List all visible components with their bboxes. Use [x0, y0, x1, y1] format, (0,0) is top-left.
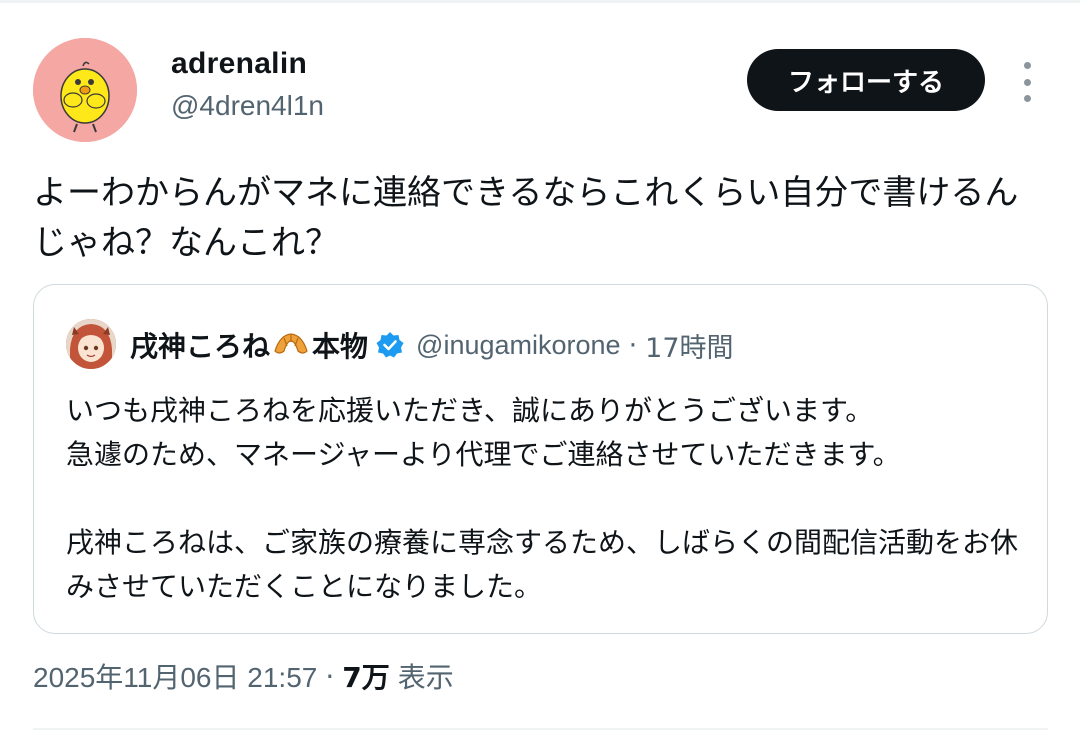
author-avatar[interactable]	[33, 38, 137, 142]
meta-separator: ·	[325, 659, 335, 693]
tweet-timestamp[interactable]: 2025年11月06日 21:57	[33, 656, 317, 696]
tweet-text: よーわからんがマネに連絡できるならこれくらい自分で書けるんじゃね？なんこれ？	[33, 173, 1019, 263]
quote-author-avatar[interactable]	[66, 319, 116, 369]
vertical-ellipsis-icon	[1023, 78, 1031, 86]
croissant-icon	[272, 329, 310, 361]
bottom-divider	[33, 728, 1048, 730]
quote-time[interactable]: 17時間	[645, 326, 733, 365]
quote-header: 戌神ころね 本物 @inugamikorone · 17時間	[130, 323, 734, 367]
tweet-meta: 2025年11月06日 21:57 · 7万 表示	[33, 656, 454, 696]
author-handle[interactable]: @4dren4l1n	[171, 90, 324, 122]
view-count: 7万	[342, 661, 390, 694]
quote-handle[interactable]: @inugamikorone	[416, 330, 621, 361]
quote-display-name-suffix[interactable]: 本物	[312, 325, 368, 365]
vertical-ellipsis-icon	[1023, 95, 1031, 102]
anime-girl-avatar-icon	[66, 319, 116, 369]
quote-display-name[interactable]: 戌神ころね	[130, 325, 270, 365]
follow-button[interactable]: フォローする	[747, 49, 985, 111]
author-display-name[interactable]: adrenalin	[171, 47, 307, 81]
yellow-chick-avatar-icon	[33, 38, 137, 142]
view-count-label: 表示	[397, 661, 454, 694]
quote-separator: ·	[628, 329, 638, 361]
vertical-ellipsis-icon	[1023, 62, 1031, 69]
quote-text: いつも戌神ころねを応援いただき、誠にありがとうございます。 急遽のため、マネージ…	[66, 394, 1019, 603]
top-divider	[0, 0, 1080, 3]
verified-badge-icon	[376, 331, 404, 359]
more-options-button[interactable]	[1013, 62, 1041, 102]
quote-tweet-card[interactable]: 戌神ころね 本物 @inugamikorone · 17時間 いつも戌神ころねを…	[33, 284, 1048, 634]
